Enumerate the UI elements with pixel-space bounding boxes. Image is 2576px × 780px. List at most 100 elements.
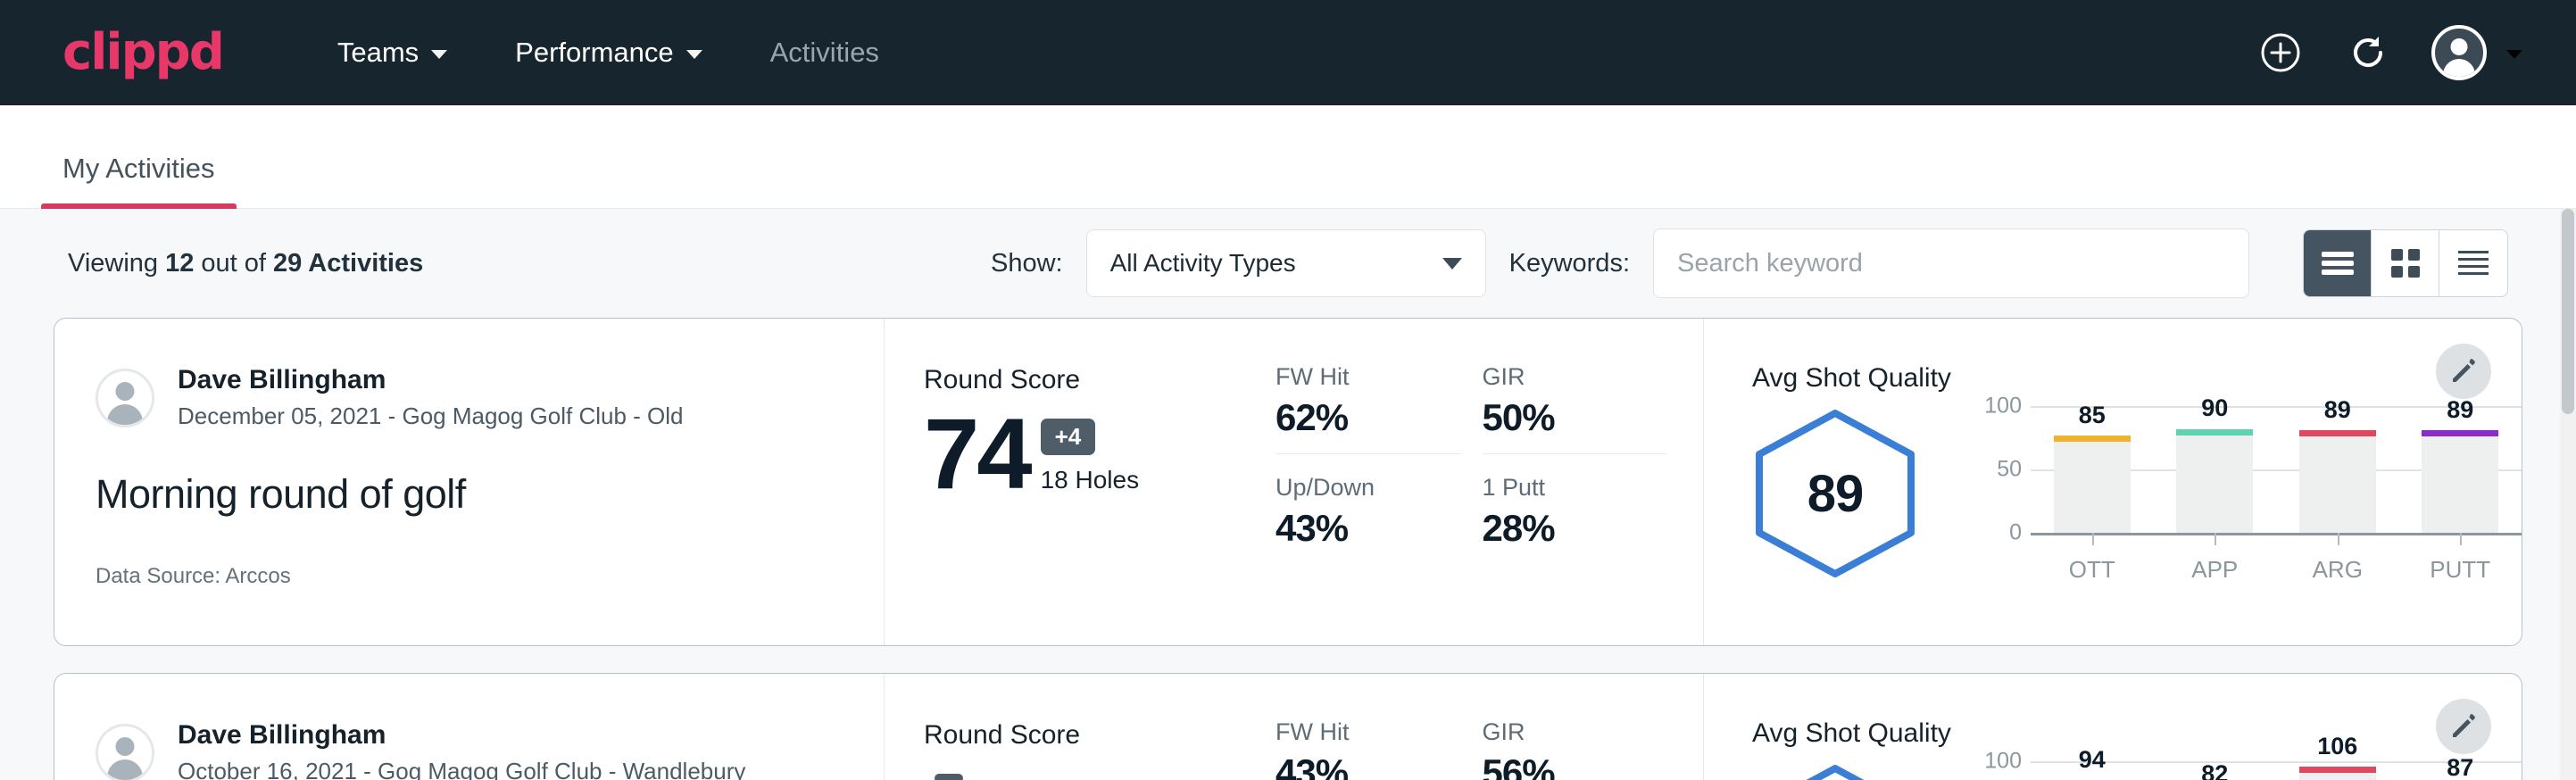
- avatar: [2431, 25, 2487, 80]
- avatar: [96, 369, 154, 427]
- refresh-icon[interactable]: [2344, 29, 2392, 77]
- stat-value: 62%: [1276, 396, 1461, 439]
- y-tick: 0: [2009, 520, 2022, 546]
- stat-value: 50%: [1483, 396, 1668, 439]
- stat-value: 28%: [1483, 507, 1668, 550]
- x-label: APP: [2172, 556, 2257, 584]
- primary-nav: Teams Performance Activities: [303, 37, 913, 69]
- round-score-label: Round Score: [924, 720, 1276, 751]
- page-body: Viewing 12 out of 29 Activities Show: Al…: [0, 209, 2576, 780]
- data-source: Data Source: Arccos: [96, 564, 843, 589]
- viewing-count: 12: [165, 249, 194, 278]
- bar-value: 85: [2049, 402, 2135, 429]
- bar-value: 87: [2417, 754, 2503, 780]
- shot-quality-bar-chart: 100 50 0 85: [1949, 399, 2522, 584]
- stat-value: 56%: [1483, 751, 1668, 780]
- page-scrollbar[interactable]: [2560, 209, 2576, 780]
- activity-card[interactable]: Dave Billingham December 05, 2021 - Gog …: [54, 318, 2522, 646]
- stat-gir: GIR 56%: [1483, 718, 1668, 780]
- avatar: [96, 724, 154, 780]
- activity-meta: December 05, 2021 - Gog Magog Golf Club …: [178, 402, 684, 430]
- chevron-down-icon: [431, 50, 447, 59]
- nav-item-teams[interactable]: Teams: [303, 37, 481, 69]
- round-score-value: 74: [924, 408, 1030, 500]
- stat-fw-hit: FW Hit 62%: [1276, 363, 1461, 454]
- nav-item-label: Performance: [515, 37, 673, 69]
- show-label: Show:: [991, 249, 1063, 278]
- bar-value: 89: [2295, 396, 2381, 424]
- activity-info: Dave Billingham October 16, 2021 - Gog M…: [54, 674, 885, 780]
- viewing-prefix: Viewing: [68, 249, 165, 278]
- account-menu[interactable]: [2431, 25, 2522, 80]
- stat-value: 43%: [1276, 751, 1461, 780]
- bar-value: 94: [2049, 746, 2135, 774]
- nav-item-label: Teams: [337, 37, 419, 69]
- stat-up-down: Up/Down 43%: [1276, 474, 1461, 564]
- quality-hexagon: 89: [1752, 406, 1949, 581]
- activity-type-value: All Activity Types: [1110, 249, 1296, 278]
- quality-hexagon: [1752, 761, 1949, 780]
- x-axis-labels: OTT APP ARG PUTT: [2031, 556, 2522, 584]
- keywords-label: Keywords:: [1509, 249, 1630, 278]
- search-input[interactable]: [1653, 228, 2249, 298]
- chevron-down-icon: [686, 50, 702, 59]
- score-to-par-badge: +4: [1041, 419, 1096, 455]
- edit-activity-button[interactable]: [2436, 344, 2491, 399]
- grid-view-icon[interactable]: [2372, 230, 2439, 296]
- bars: 85 90 89: [2031, 406, 2522, 533]
- stat-value: 43%: [1276, 507, 1461, 550]
- bar-ott: 85: [2049, 406, 2135, 533]
- avg-shot-quality-section: Avg Shot Quality 100 50: [1704, 674, 2522, 780]
- stat-fw-hit: FW Hit 43%: [1276, 718, 1461, 780]
- activity-info: Dave Billingham December 05, 2021 - Gog …: [54, 319, 885, 645]
- activity-type-select[interactable]: All Activity Types: [1086, 229, 1486, 297]
- y-axis-ticks: 100 50 0: [1970, 761, 2022, 780]
- bar-app: 90: [2172, 406, 2257, 533]
- activity-card[interactable]: Dave Billingham October 16, 2021 - Gog M…: [54, 673, 2522, 780]
- list-view-icon[interactable]: [2304, 230, 2372, 296]
- chevron-down-icon: [1442, 258, 1462, 270]
- bar-putt: 89: [2417, 406, 2503, 533]
- activity-author: Dave Billingham October 16, 2021 - Gog M…: [96, 720, 843, 780]
- viewing-mid: out of: [194, 249, 273, 278]
- player-name: Dave Billingham: [178, 365, 684, 395]
- nav-item-activities[interactable]: Activities: [736, 37, 913, 69]
- edit-activity-button[interactable]: [2436, 699, 2491, 754]
- brand-logo[interactable]: clippd: [62, 28, 223, 78]
- x-label: OTT: [2049, 556, 2135, 584]
- avg-shot-quality-label: Avg Shot Quality: [1752, 718, 2522, 749]
- stat-label: GIR: [1483, 718, 1668, 746]
- activity-meta: October 16, 2021 - Gog Magog Golf Club -…: [178, 758, 745, 780]
- stat-label: FW Hit: [1276, 363, 1461, 391]
- stat-label: GIR: [1483, 363, 1668, 391]
- stat-label: 1 Putt: [1483, 474, 1668, 502]
- compact-view-icon[interactable]: [2439, 230, 2507, 296]
- stat-one-putt: 1 Putt 28%: [1483, 474, 1668, 564]
- viewing-suffix: Activities: [302, 249, 423, 278]
- y-tick: 50: [1997, 457, 2022, 483]
- player-name: Dave Billingham: [178, 720, 745, 751]
- x-label: PUTT: [2417, 556, 2503, 584]
- stat-label: FW Hit: [1276, 718, 1461, 746]
- round-score-section: Round Score: [885, 674, 1276, 780]
- avg-shot-quality-section: Avg Shot Quality 89 100 50: [1704, 319, 2522, 645]
- stats-grid: FW Hit 43% GIR 56%: [1276, 674, 1704, 780]
- add-circle-icon[interactable]: [2256, 29, 2305, 77]
- round-score-section: Round Score 74 +4 18 Holes: [885, 319, 1276, 645]
- tab-bar: My Activities: [0, 105, 2576, 209]
- filter-toolbar: Viewing 12 out of 29 Activities Show: Al…: [54, 209, 2522, 318]
- tab-label: My Activities: [62, 153, 215, 184]
- activity-author: Dave Billingham December 05, 2021 - Gog …: [96, 365, 843, 430]
- round-score-label: Round Score: [924, 365, 1276, 395]
- nav-item-performance[interactable]: Performance: [481, 37, 735, 69]
- shot-quality-bar-chart: 100 50 0 94: [1949, 754, 2522, 780]
- scrollbar-thumb[interactable]: [2562, 209, 2574, 414]
- quality-score: [1752, 761, 1918, 780]
- tab-my-activities[interactable]: My Activities: [41, 153, 237, 208]
- quality-score: 89: [1752, 406, 1918, 581]
- top-navigation-bar: clippd Teams Performance Activities: [0, 0, 2576, 105]
- nav-item-label: Activities: [770, 37, 879, 69]
- viewing-total: 29: [273, 249, 302, 278]
- x-label: ARG: [2295, 556, 2381, 584]
- activity-title: Morning round of golf: [96, 471, 843, 518]
